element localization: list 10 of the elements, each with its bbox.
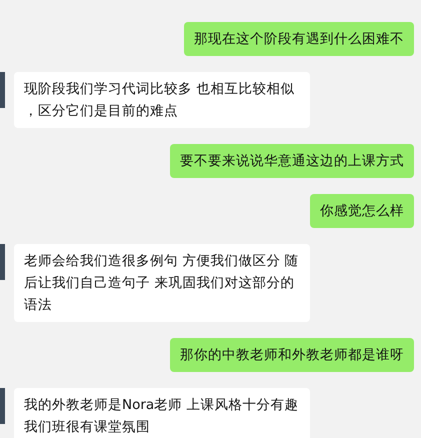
sent-message-bubble: 那现在这个阶段有遇到什么困难不 (184, 22, 414, 56)
sent-message-bubble: 你感觉怎么样 (310, 194, 414, 228)
received-message-bubble: 老师会给我们造很多例句 方便我们做区分 随后让我们自己造句子 来巩固我们对这部分的语法 (14, 244, 310, 322)
avatar-photo-placeholder[interactable] (0, 244, 5, 280)
sent-message-bubble: 要不要来说说华意通这边的上课方式 (170, 144, 414, 178)
sent-message-bubble: 那你的中教老师和外教老师都是谁呀 (170, 338, 414, 372)
avatar-photo-placeholder[interactable] (0, 72, 5, 108)
avatar-photo-placeholder[interactable] (0, 388, 5, 424)
received-message-bubble: 现阶段我们学习代词比较多 也相互比较相似，区分它们是目前的难点 (14, 72, 310, 128)
received-message-bubble: 我的外教老师是Nora老师 上课风格十分有趣我们班很有课堂氛围 (14, 388, 310, 438)
